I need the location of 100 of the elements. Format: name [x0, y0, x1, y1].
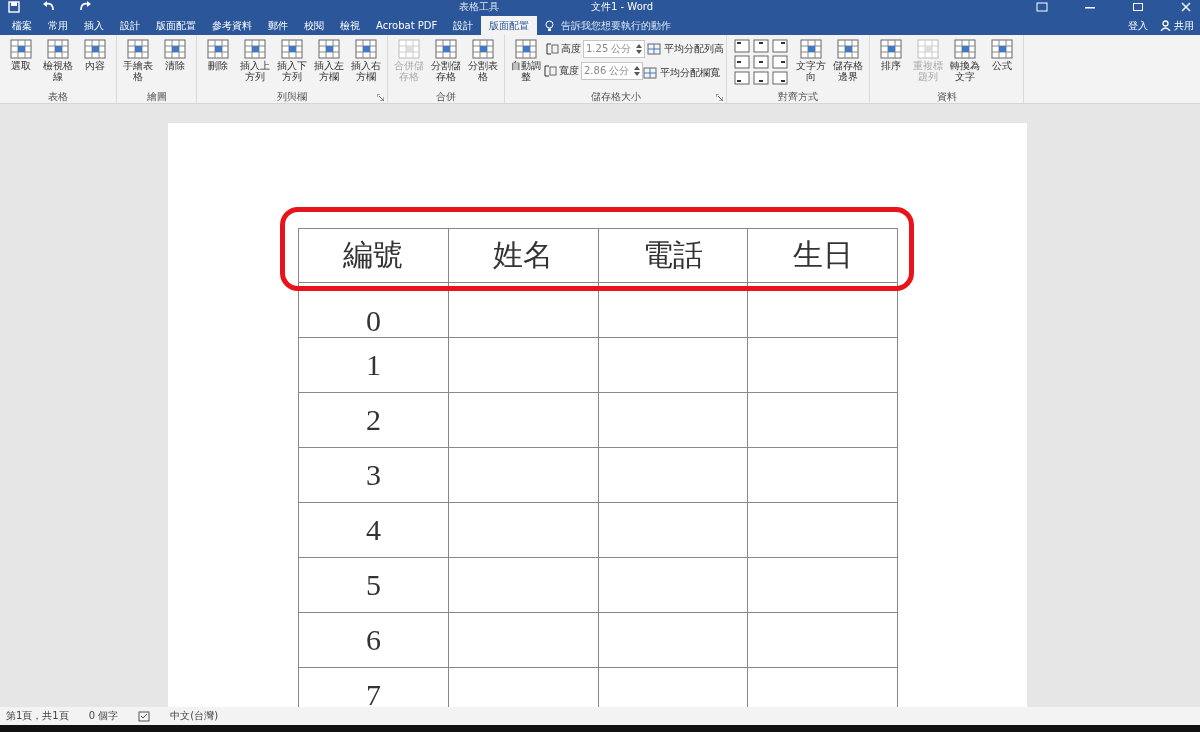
ribbon-display-icon[interactable] — [1036, 2, 1048, 12]
ribbon-button[interactable]: 插入上方列 — [237, 37, 273, 83]
table-icon — [163, 38, 187, 60]
dialog-launcher-icon[interactable] — [716, 94, 723, 101]
table-icon — [879, 38, 903, 60]
table-header-cell: 姓名 — [448, 228, 598, 283]
dialog-launcher-icon[interactable] — [377, 94, 384, 101]
ribbon-button[interactable]: 儲存格邊界 — [830, 37, 866, 83]
ribbon-tab[interactable]: Acrobat PDF — [368, 16, 446, 35]
align-icon[interactable] — [772, 39, 788, 53]
table-icon — [354, 38, 378, 60]
table-icon — [953, 38, 977, 60]
size-field[interactable]: 1.25 公分 — [583, 40, 645, 58]
ribbon-button[interactable]: 分割儲存格 — [428, 37, 464, 83]
table-icon — [916, 38, 940, 60]
ribbon-button[interactable]: 公式 — [984, 37, 1020, 72]
table-icon — [243, 38, 267, 60]
redo-icon[interactable] — [78, 1, 92, 13]
align-icon[interactable] — [734, 71, 750, 85]
ribbon-button[interactable]: 排序 — [873, 37, 909, 72]
align-icon[interactable] — [772, 55, 788, 69]
size-field[interactable]: 2.86 公分 — [581, 62, 643, 80]
field-label: 高度 — [561, 42, 581, 56]
person-icon — [1160, 20, 1171, 31]
ribbon-tab[interactable]: 插入 — [76, 16, 112, 35]
table-icon — [990, 38, 1014, 60]
table-icon — [126, 38, 150, 60]
ribbon-tab[interactable]: 參考資料 — [204, 16, 260, 35]
table-icon — [471, 38, 495, 60]
ribbon-tab[interactable]: 檔案 — [4, 16, 40, 35]
align-icon[interactable] — [753, 71, 769, 85]
ribbon-small-button[interactable]: 平均分配列高 — [644, 39, 727, 59]
table-icon — [317, 38, 341, 60]
ribbon-button[interactable]: 手繪表格 — [120, 37, 156, 83]
table-header-cell: 編號 — [298, 228, 449, 283]
table-cell: 3 — [298, 447, 449, 503]
table-icon — [836, 38, 860, 60]
ribbon-button[interactable]: 插入下方列 — [274, 37, 310, 83]
ribbon-tab[interactable]: 郵件 — [260, 16, 296, 35]
ribbon-button[interactable]: 檢視格線 — [40, 37, 76, 83]
align-icon[interactable] — [753, 55, 769, 69]
ribbon-tab[interactable]: 常用 — [40, 16, 76, 35]
table-icon — [514, 38, 538, 60]
ribbon-button[interactable]: 內容 — [77, 37, 113, 72]
table-icon — [46, 38, 70, 60]
group-label: 合併 — [436, 89, 456, 104]
status-text: 中文(台灣) — [170, 709, 219, 723]
align-icon[interactable] — [772, 71, 788, 85]
tell-me-field[interactable]: 告訴我您想要執行的動作 — [559, 19, 734, 32]
window-title: 文件1 - Word — [591, 0, 654, 14]
ribbon-button[interactable]: 分割表格 — [465, 37, 501, 83]
ribbon-button[interactable]: 自動調整 — [508, 37, 544, 83]
table-icon — [206, 38, 230, 60]
align-icon[interactable] — [734, 39, 750, 53]
status-text: 0 個字 — [88, 709, 119, 723]
group-label: 繪圖 — [146, 89, 167, 104]
group-label: 對齊方式 — [778, 89, 818, 104]
close-icon[interactable] — [1180, 2, 1192, 12]
distribute-icon — [643, 67, 657, 79]
table-header-cell: 生日 — [747, 228, 898, 283]
ribbon-button[interactable]: 文字方向 — [793, 37, 829, 83]
ribbon-button[interactable]: 轉換為文字 — [947, 37, 983, 83]
ribbon-tab[interactable]: 版面配置 — [481, 16, 538, 35]
table-cell: 1 — [298, 337, 449, 393]
table-header-cell: 電話 — [598, 228, 748, 283]
table-icon — [799, 38, 823, 60]
ribbon-button[interactable]: 選取 — [3, 37, 39, 72]
ribbon-button[interactable]: 插入右方欄 — [348, 37, 384, 83]
ribbon-tab[interactable]: 檢視 — [332, 16, 368, 35]
group-label: 列與欄 — [277, 89, 307, 104]
ribbon-tab[interactable]: 校閱 — [296, 16, 332, 35]
group-label: 表格 — [48, 89, 68, 104]
table-icon — [9, 38, 33, 60]
table-icon — [434, 38, 458, 60]
dimension-icon — [543, 65, 557, 77]
context-title: 表格工具 — [459, 0, 499, 14]
maximize-icon[interactable] — [1132, 2, 1144, 12]
share-button[interactable]: 共用 — [1154, 16, 1200, 35]
table-icon — [83, 38, 107, 60]
spin-arrows-icon[interactable] — [634, 65, 640, 77]
ribbon-tab[interactable]: 設計 — [112, 16, 148, 35]
ribbon-button[interactable]: 清除 — [157, 37, 193, 72]
table-icon — [397, 38, 421, 60]
align-icon[interactable] — [753, 39, 769, 53]
ribbon-tab[interactable]: 設計 — [445, 16, 482, 35]
save-icon[interactable] — [8, 1, 20, 13]
ribbon-tab[interactable]: 版面配置 — [148, 16, 204, 35]
status-text: 第1頁，共1頁 — [6, 709, 69, 723]
table-icon — [280, 38, 304, 60]
group-label: 儲存格大小 — [590, 89, 641, 104]
ribbon-button[interactable]: 刪除 — [200, 37, 236, 72]
undo-icon[interactable] — [42, 1, 56, 13]
align-icon[interactable] — [734, 55, 750, 69]
ribbon-small-button[interactable]: 平均分配欄寬 — [640, 63, 723, 83]
table-cell: 2 — [298, 392, 449, 448]
proofing-icon[interactable] — [138, 710, 151, 722]
ribbon-button[interactable]: 插入左方欄 — [311, 37, 347, 83]
spin-arrows-icon[interactable] — [636, 43, 642, 55]
table-cell: 6 — [298, 612, 449, 668]
sign-in-link[interactable]: 登入 — [1122, 16, 1154, 35]
